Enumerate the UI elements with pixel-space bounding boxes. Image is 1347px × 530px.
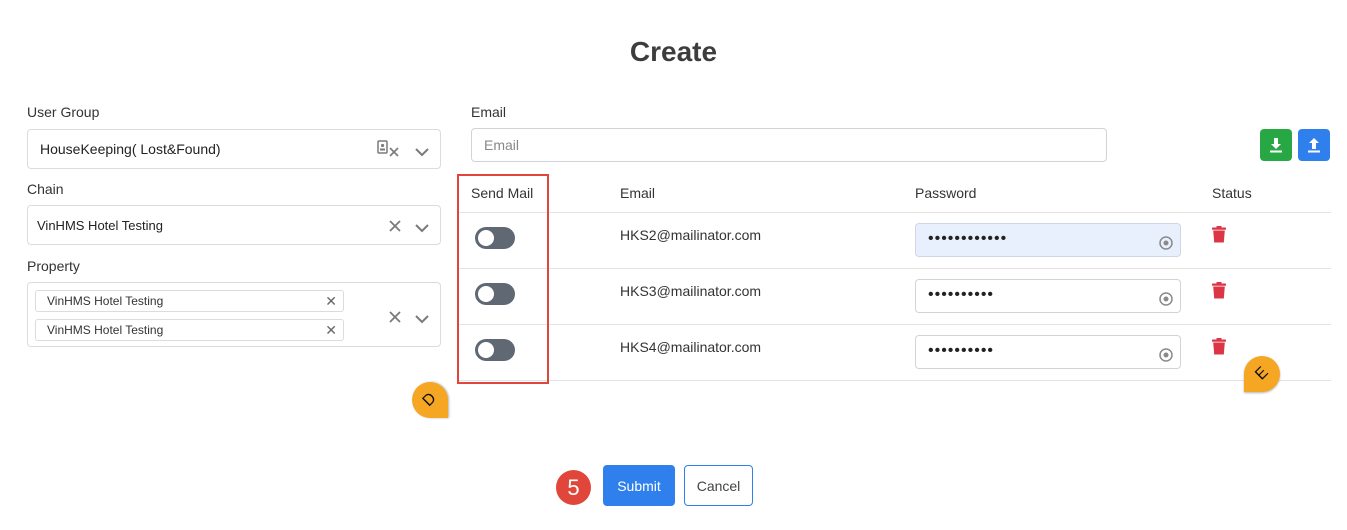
contact-clear-icon[interactable] bbox=[376, 139, 402, 164]
user-group-label: User Group bbox=[27, 104, 100, 120]
eye-icon[interactable] bbox=[1158, 232, 1174, 262]
property-chip-label: VinHMS Hotel Testing bbox=[47, 323, 164, 337]
property-chip: VinHMS Hotel Testing ✕ bbox=[35, 319, 344, 341]
property-chip: VinHMS Hotel Testing ✕ bbox=[35, 290, 344, 312]
marker-e: E bbox=[1244, 356, 1280, 392]
upload-button[interactable] bbox=[1298, 129, 1330, 161]
password-mask: •••••••••••• bbox=[928, 230, 1008, 247]
upload-icon bbox=[1308, 138, 1320, 153]
divider bbox=[458, 324, 1331, 325]
close-icon[interactable] bbox=[388, 217, 402, 238]
chain-label: Chain bbox=[27, 181, 64, 197]
chip-close-icon[interactable]: ✕ bbox=[325, 320, 337, 340]
chevron-down-icon[interactable] bbox=[414, 217, 430, 238]
trash-icon[interactable] bbox=[1212, 338, 1226, 360]
header-status: Status bbox=[1212, 185, 1252, 201]
eye-icon[interactable] bbox=[1158, 288, 1174, 318]
close-icon[interactable] bbox=[388, 308, 402, 329]
divider bbox=[458, 212, 1331, 213]
row-email: HKS4@mailinator.com bbox=[620, 339, 762, 355]
email-label: Email bbox=[471, 104, 507, 120]
chevron-down-icon[interactable] bbox=[414, 141, 430, 162]
trash-icon[interactable] bbox=[1212, 226, 1226, 248]
header-password: Password bbox=[915, 185, 977, 201]
property-select[interactable]: VinHMS Hotel Testing ✕ VinHMS Hotel Test… bbox=[27, 282, 441, 347]
chain-value: VinHMS Hotel Testing bbox=[37, 218, 163, 233]
row-email: HKS2@mailinator.com bbox=[620, 227, 762, 243]
property-chip-label: VinHMS Hotel Testing bbox=[47, 294, 164, 308]
password-field[interactable]: •••••••••••• bbox=[915, 223, 1181, 257]
marker-d-label: D bbox=[419, 389, 440, 410]
trash-icon[interactable] bbox=[1212, 282, 1226, 304]
property-label: Property bbox=[27, 258, 80, 274]
marker-d: D bbox=[412, 382, 448, 418]
divider bbox=[458, 268, 1331, 269]
email-input[interactable] bbox=[471, 128, 1107, 162]
user-group-select[interactable]: HouseKeeping( Lost&Found) bbox=[27, 129, 441, 169]
password-mask: •••••••••• bbox=[928, 342, 995, 359]
row-email: HKS3@mailinator.com bbox=[620, 283, 762, 299]
step-number-badge: 5 bbox=[556, 470, 591, 505]
eye-icon[interactable] bbox=[1158, 344, 1174, 374]
download-icon bbox=[1270, 138, 1282, 153]
user-group-value: HouseKeeping( Lost&Found) bbox=[40, 141, 221, 157]
download-button[interactable] bbox=[1260, 129, 1292, 161]
marker-e-label: E bbox=[1251, 363, 1272, 384]
chevron-down-icon[interactable] bbox=[414, 308, 430, 329]
chip-close-icon[interactable]: ✕ bbox=[325, 291, 337, 311]
password-field[interactable]: •••••••••• bbox=[915, 335, 1181, 369]
header-email: Email bbox=[620, 185, 656, 201]
page-title: Create bbox=[629, 36, 718, 67]
chain-select[interactable]: VinHMS Hotel Testing bbox=[27, 205, 441, 245]
password-field[interactable]: •••••••••• bbox=[915, 279, 1181, 313]
send-mail-highlight-box bbox=[457, 174, 549, 384]
divider bbox=[458, 380, 1331, 381]
cancel-button[interactable]: Cancel bbox=[684, 465, 753, 506]
password-mask: •••••••••• bbox=[928, 286, 995, 303]
submit-button[interactable]: Submit bbox=[603, 465, 675, 506]
